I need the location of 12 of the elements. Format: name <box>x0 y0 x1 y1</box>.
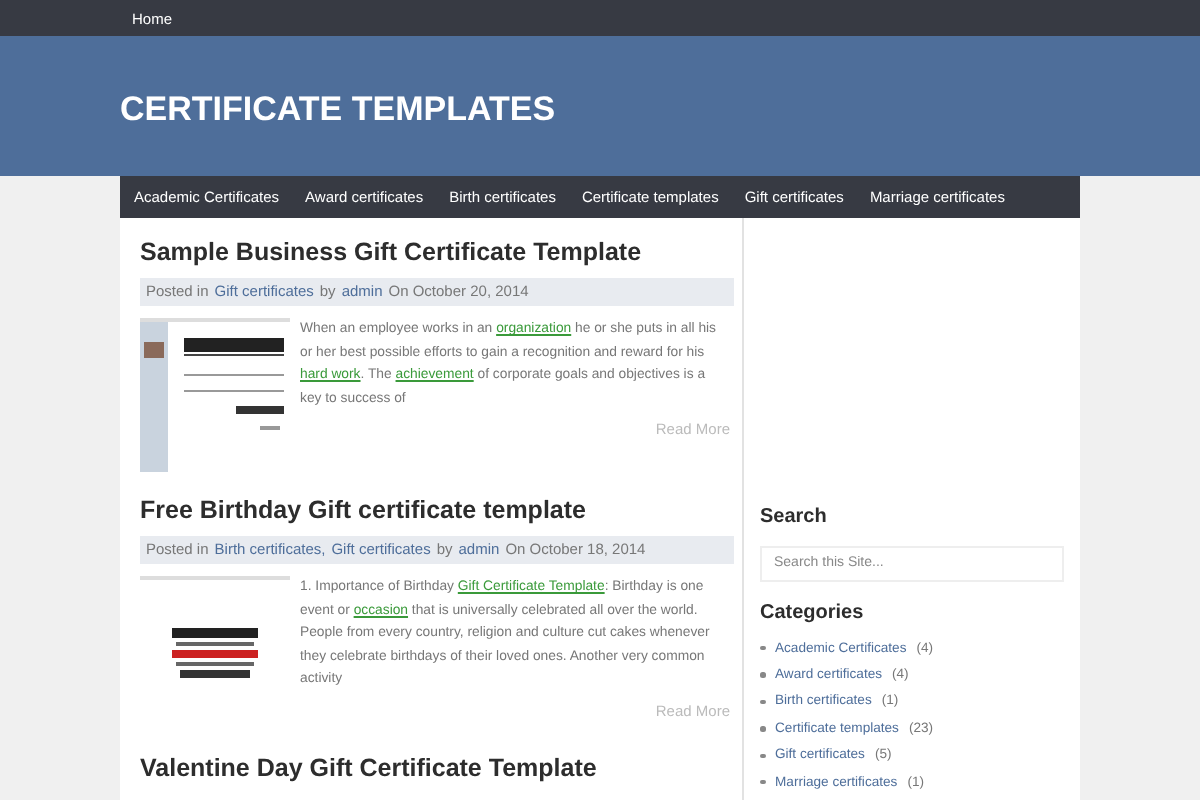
bullet-icon <box>760 672 765 678</box>
post-title[interactable]: Sample Business Gift Certificate Template <box>140 238 742 266</box>
bullet-icon <box>760 753 765 758</box>
site-title: CERTIFICATE TEMPLATES <box>120 90 556 130</box>
bullet-icon <box>760 699 765 705</box>
post-title[interactable]: Free Birthday Gift certificate template <box>140 496 742 524</box>
widget-title: Categories <box>760 601 866 623</box>
bullet-icon <box>760 645 765 651</box>
post-title[interactable]: Valentine Day Gift Certificate Template <box>140 754 742 782</box>
bullet-icon <box>760 779 765 785</box>
bullet-icon <box>760 726 765 732</box>
widget-title: Search <box>760 506 829 528</box>
